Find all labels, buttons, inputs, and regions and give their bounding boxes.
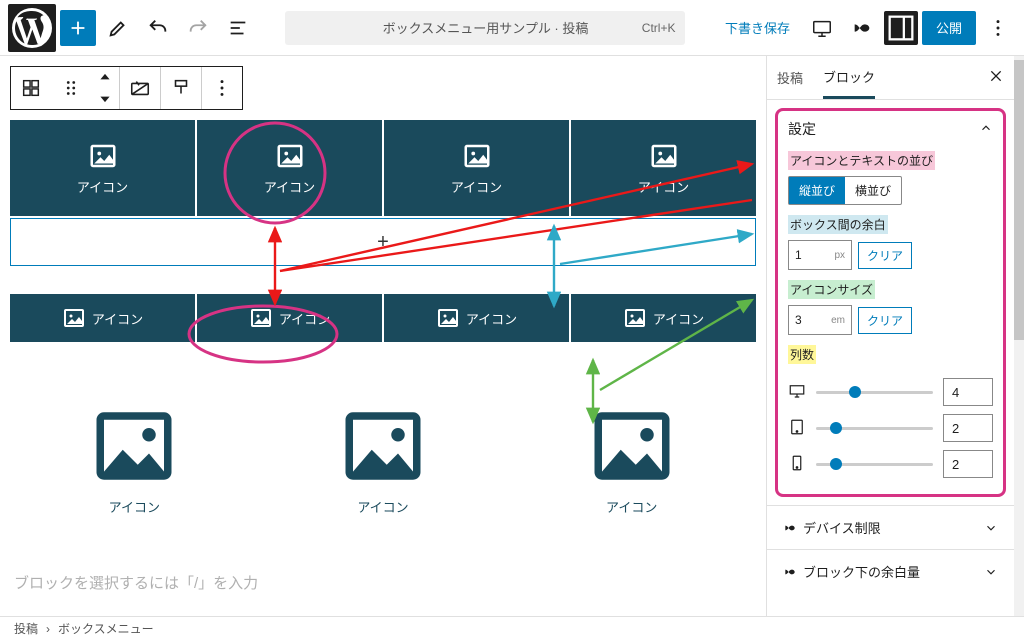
box-cell[interactable]: アイコン [547,388,716,528]
cols-label: 列数 [788,345,816,364]
cols-row-tablet: 2 [788,414,993,442]
collapse-icon[interactable] [979,121,993,138]
swell-icon[interactable] [844,10,880,46]
box-cell[interactable]: アイコン [197,120,382,216]
cols-slider[interactable] [816,463,933,466]
cols-slider[interactable] [816,427,933,430]
box-cell[interactable]: アイコン [50,388,219,528]
publish-button[interactable]: 公開 [922,11,976,45]
block-canvas[interactable]: アイコン アイコン アイコン アイコン + アイコン アイコン アイコン アイコ… [0,56,766,616]
document-title: ボックスメニュー用サンプル · 投稿 [383,18,589,37]
close-sidebar-icon[interactable] [988,68,1004,87]
mobile-icon [788,454,806,475]
wordpress-logo[interactable] [8,4,56,52]
style-icon[interactable] [161,67,201,109]
more-options-icon[interactable] [980,10,1016,46]
iconsize-input[interactable]: 3em [788,305,852,335]
undo-button[interactable] [140,10,176,46]
accordion-device[interactable]: デバイス制限 [767,505,1014,549]
box-cell[interactable]: アイコン [197,294,382,342]
iconsize-label: アイコンサイズ [788,280,875,299]
box-menu-row-3[interactable]: アイコン アイコン アイコン [10,352,756,528]
block-toolbar [10,66,243,110]
gap-clear-button[interactable]: クリア [858,242,912,269]
desktop-icon [788,382,806,403]
alignment-vertical[interactable]: 縦並び [789,177,845,204]
cols-slider[interactable] [816,391,933,394]
move-up-down-icon[interactable] [91,67,119,109]
box-cell[interactable]: アイコン [10,120,195,216]
box-cell[interactable]: アイコン [384,294,569,342]
editor-topbar: ボックスメニュー用サンプル · 投稿 Ctrl+K 下書き保存 公開 [0,0,1024,56]
link-icon[interactable] [120,67,160,109]
tablet-icon [788,418,806,439]
accordion-margin[interactable]: ブロック下の余白量 [767,549,1014,593]
box-cell[interactable]: アイコン [384,120,569,216]
document-outline-button[interactable] [220,10,256,46]
preview-desktop-icon[interactable] [804,10,840,46]
cols-row-desktop: 4 [788,378,993,406]
box-menu-row-1[interactable]: アイコン アイコン アイコン アイコン [10,120,756,216]
cols-value[interactable]: 4 [943,378,993,406]
alignment-segment: 縦並び 横並び [788,176,902,205]
alignment-label: アイコンとテキストの並び [788,151,935,170]
settings-sidebar: 投稿 ブロック 設定 アイコンとテキストの並び 縦並び 横並び ボックス間の余白… [766,56,1014,616]
block-type-icon[interactable] [11,67,51,109]
edit-mode-icon[interactable] [100,10,136,46]
drag-handle-icon[interactable] [51,67,91,109]
gap-label: ボックス間の余白 [788,215,888,234]
box-cell[interactable]: アイコン [571,120,756,216]
block-more-icon[interactable] [202,67,242,109]
add-block-button[interactable] [60,10,96,46]
shortcut-hint: Ctrl+K [642,21,676,35]
panel-title: 設定 [788,119,816,139]
box-cell[interactable]: アイコン [299,388,468,528]
block-placeholder[interactable]: ブロックを選択するには「/」を入力 [10,572,756,593]
box-menu-row-2[interactable]: アイコン アイコン アイコン アイコン [10,294,756,342]
gap-input[interactable]: 1px [788,240,852,270]
tab-post[interactable]: 投稿 [777,56,803,99]
add-block-between[interactable]: + [10,218,756,266]
box-cell[interactable]: アイコン [571,294,756,342]
save-draft-button[interactable]: 下書き保存 [715,18,800,37]
box-cell[interactable]: アイコン [10,294,195,342]
settings-sidebar-toggle[interactable] [884,11,918,45]
iconsize-clear-button[interactable]: クリア [858,307,912,334]
document-title-bar[interactable]: ボックスメニュー用サンプル · 投稿 Ctrl+K [260,11,711,45]
cols-row-mobile: 2 [788,450,993,478]
cols-value[interactable]: 2 [943,450,993,478]
breadcrumb-post[interactable]: 投稿 [14,620,38,637]
scrollbar[interactable] [1014,56,1024,616]
breadcrumb: 投稿 › ボックスメニュー [0,616,1024,640]
redo-button[interactable] [180,10,216,46]
alignment-horizontal[interactable]: 横並び [845,177,901,204]
breadcrumb-block[interactable]: ボックスメニュー [58,620,154,637]
cols-value[interactable]: 2 [943,414,993,442]
tab-block[interactable]: ブロック [823,56,875,99]
settings-panel: 設定 アイコンとテキストの並び 縦並び 横並び ボックス間の余白 1px クリア… [775,108,1006,497]
